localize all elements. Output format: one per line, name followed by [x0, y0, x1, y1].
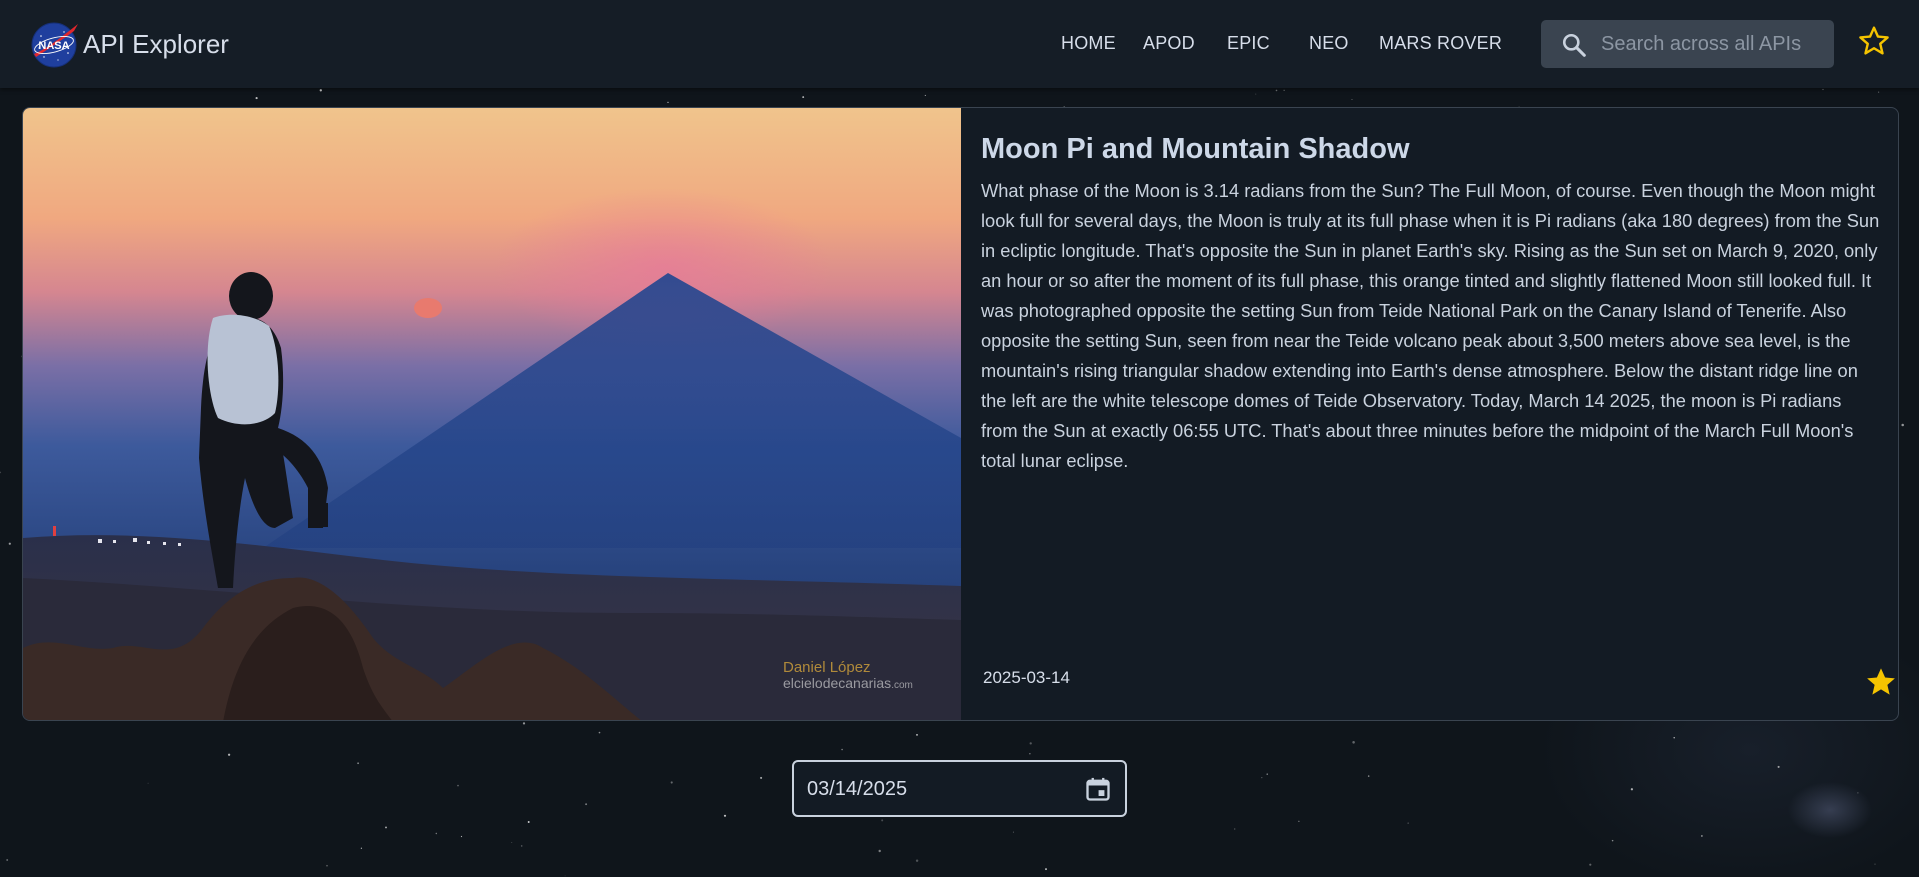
- star: [460, 835, 463, 838]
- star: [8, 542, 11, 545]
- star: [319, 89, 322, 92]
- nav-mars-rover[interactable]: MARS ROVER: [1379, 33, 1502, 54]
- star: [1351, 98, 1353, 101]
- star: [1029, 753, 1031, 755]
- star: [1283, 89, 1285, 91]
- backpack: [207, 314, 279, 425]
- star: [878, 849, 881, 853]
- search-input[interactable]: [1601, 20, 1826, 68]
- star: [1029, 742, 1032, 745]
- app-title: API Explorer: [83, 28, 229, 59]
- star: [227, 753, 231, 756]
- date-picker-value[interactable]: 03/14/2025: [807, 778, 907, 801]
- nav-home[interactable]: HOME: [1061, 33, 1116, 54]
- star: [1901, 423, 1904, 427]
- star: [1012, 831, 1014, 833]
- apod-image[interactable]: Daniel López elcielodecanarias.com: [23, 108, 961, 721]
- apod-explanation: What phase of the Moon is 3.14 radians f…: [981, 180, 1880, 471]
- apod-card-body: Moon Pi and Mountain Shadow What phase o…: [961, 108, 1898, 720]
- nasa-logo-icon: NASA: [31, 22, 78, 68]
- star: [881, 819, 884, 822]
- star: [435, 832, 438, 835]
- star: [1261, 777, 1263, 779]
- star: [1777, 765, 1780, 768]
- star: [1589, 863, 1592, 866]
- star: [527, 821, 530, 823]
- star: [564, 875, 566, 877]
- star: [326, 864, 328, 867]
- star: [360, 847, 363, 849]
- calendar-icon[interactable]: [1084, 775, 1112, 803]
- nasa-logo-text: NASA: [38, 40, 69, 52]
- star: [147, 782, 149, 784]
- star: [457, 784, 459, 787]
- star: [916, 733, 918, 736]
- image-credit-name: Daniel López: [783, 659, 871, 676]
- nav-apod[interactable]: APOD: [1143, 33, 1195, 54]
- star: [357, 762, 359, 765]
- star: [1822, 88, 1824, 91]
- star: [1611, 839, 1614, 842]
- star: [670, 781, 673, 784]
- star: [1878, 91, 1880, 93]
- apod-date: 2025-03-14: [983, 668, 1070, 687]
- star: [255, 97, 258, 100]
- star: [1857, 792, 1859, 794]
- favorite-star-filled-icon[interactable]: [1864, 665, 1898, 699]
- star: [760, 776, 763, 779]
- nav-neo[interactable]: NEO: [1309, 33, 1349, 54]
- star: [598, 731, 601, 734]
- brand[interactable]: NASA API Explorer: [30, 20, 229, 68]
- star: [1275, 89, 1278, 92]
- date-picker[interactable]: 03/14/2025: [792, 760, 1127, 817]
- star: [1298, 820, 1300, 822]
- star: [6, 859, 9, 861]
- favorites-star-outline-icon[interactable]: [1857, 24, 1891, 58]
- star: [1045, 868, 1047, 871]
- star: [1673, 736, 1675, 739]
- star: [385, 826, 387, 829]
- top-navbar: NASA API Explorer HOME APOD EPIC NEO MAR…: [0, 0, 1919, 88]
- star: [585, 803, 588, 806]
- star: [723, 814, 727, 817]
- star: [924, 94, 926, 96]
- search-icon: [1562, 33, 1586, 57]
- star: [1255, 93, 1257, 95]
- star: [520, 845, 523, 847]
- apod-title: Moon Pi and Mountain Shadow: [981, 133, 1410, 165]
- star: [1701, 835, 1703, 837]
- star: [1352, 741, 1355, 744]
- nav-epic[interactable]: EPIC: [1227, 33, 1270, 54]
- star: [1234, 828, 1236, 830]
- search-box: [1541, 20, 1834, 68]
- star: [841, 748, 843, 751]
- star: [1266, 773, 1268, 775]
- star: [1630, 788, 1634, 791]
- star: [0, 471, 2, 474]
- star: [1874, 863, 1876, 865]
- star: [511, 842, 513, 844]
- apod-card: Daniel López elcielodecanarias.com Moon …: [22, 107, 1899, 721]
- star: [1407, 822, 1409, 824]
- moon: [414, 298, 442, 318]
- star: [1367, 775, 1370, 777]
- star: [667, 101, 669, 104]
- star: [522, 722, 526, 725]
- star: [802, 96, 805, 99]
- star: [915, 859, 919, 862]
